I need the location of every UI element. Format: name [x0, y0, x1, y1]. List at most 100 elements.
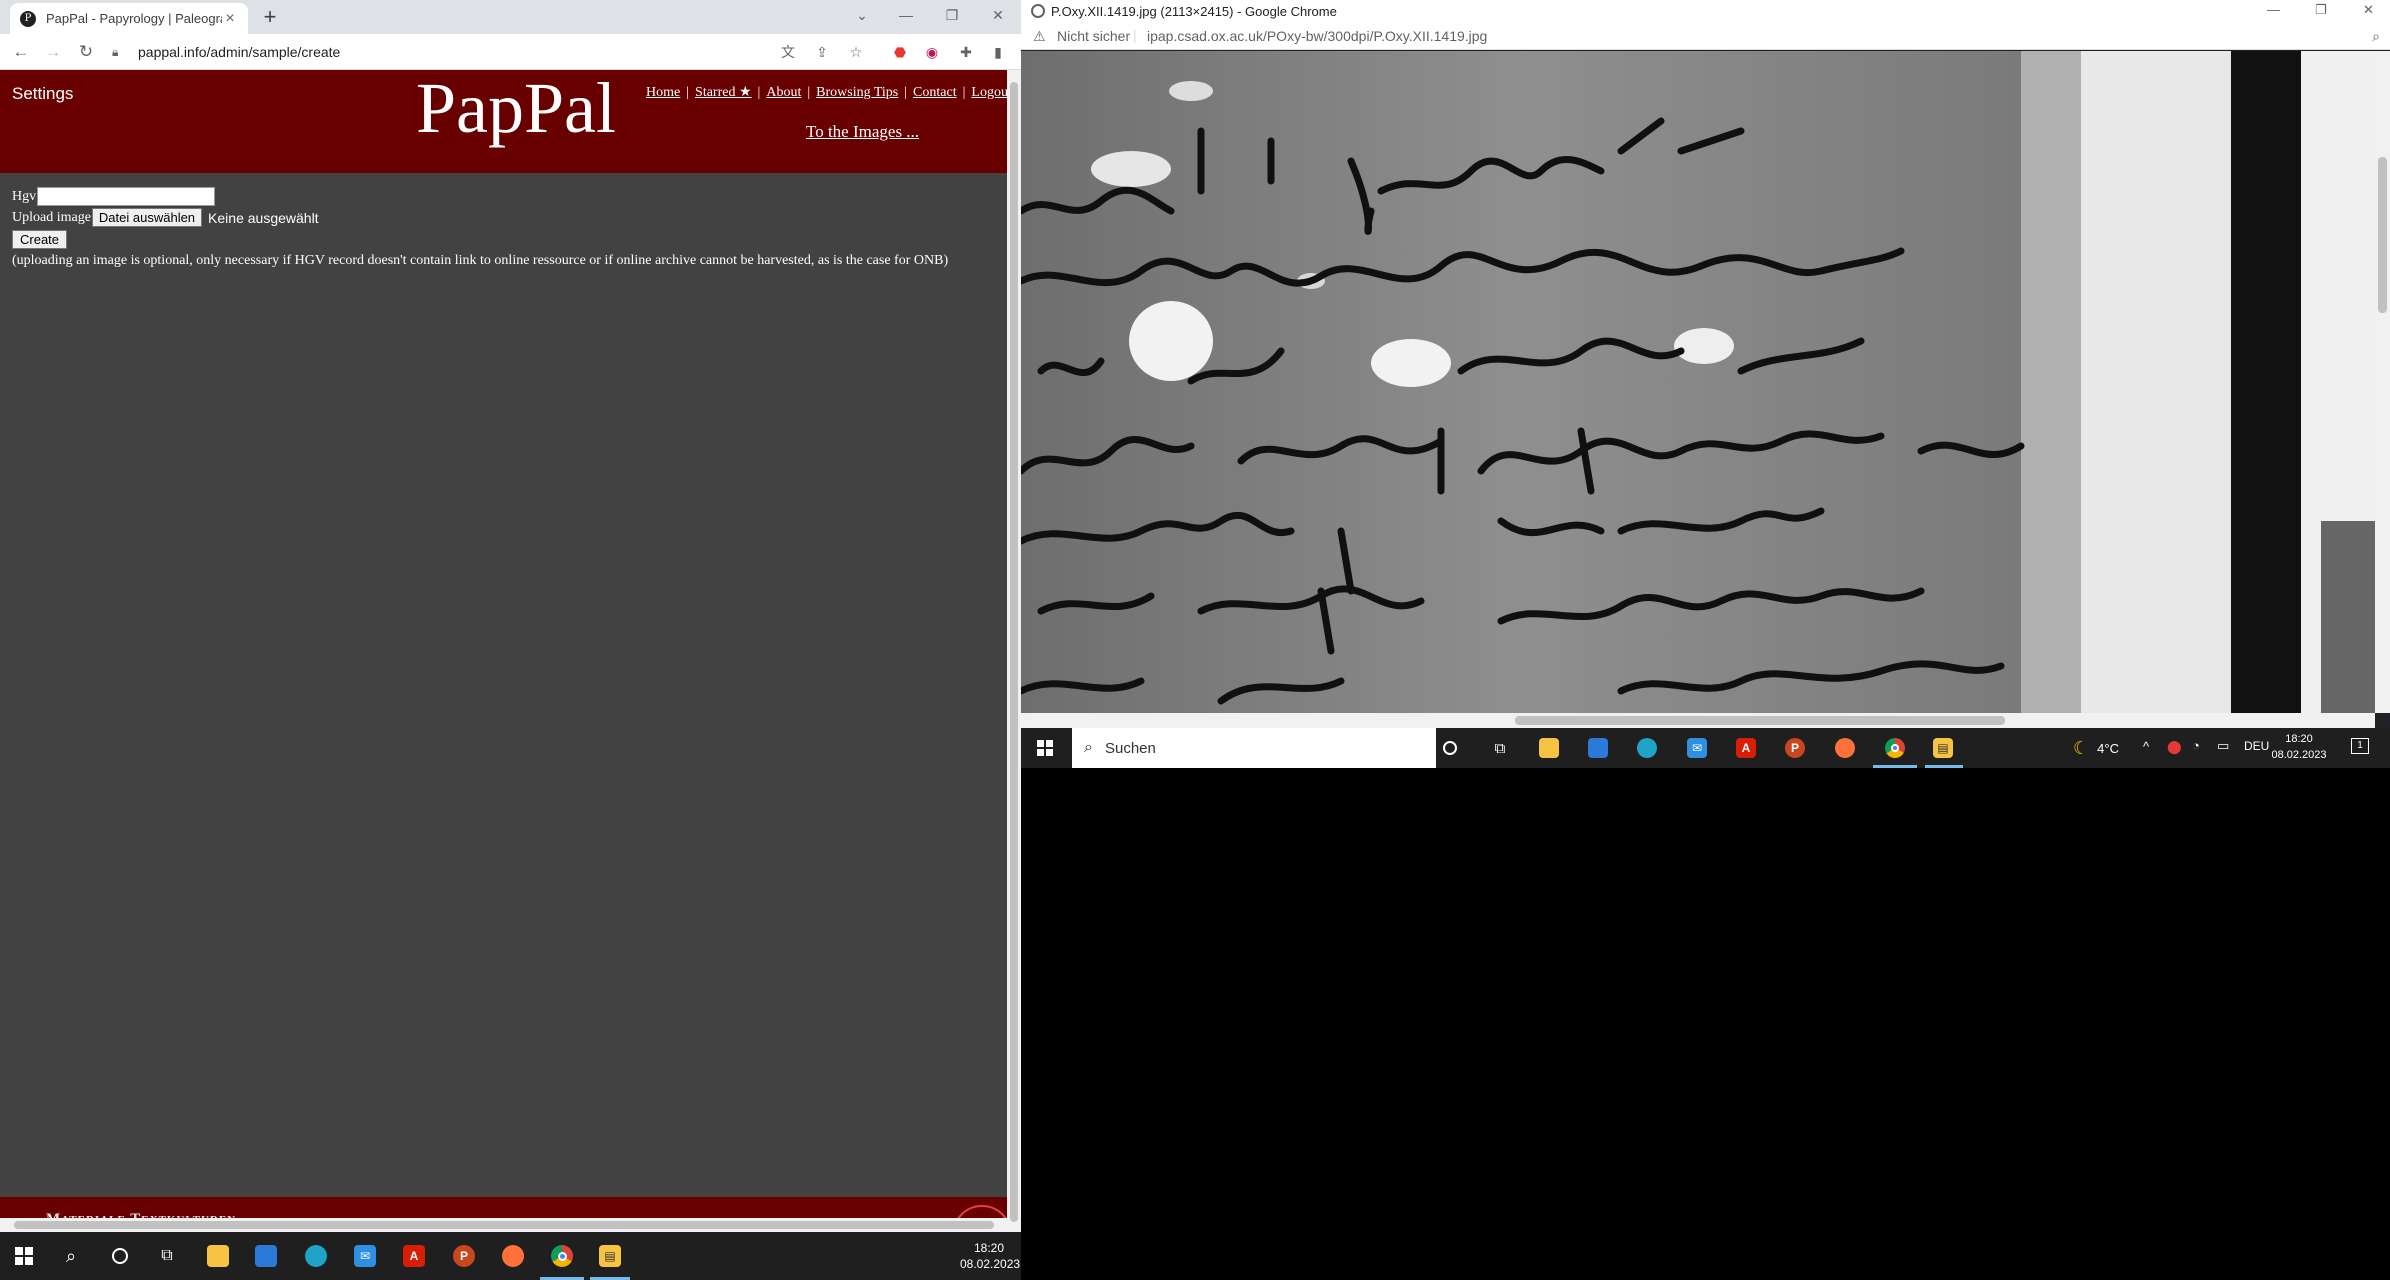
- hgv-label: Hgv: [12, 188, 37, 204]
- windows-start-icon[interactable]: [10, 1242, 38, 1270]
- file-explorer-icon[interactable]: [204, 1242, 232, 1270]
- right-restore-button[interactable]: ❐: [2315, 2, 2327, 18]
- moon-icon: ☾: [2073, 738, 2090, 758]
- lock-icon: 🔒︎: [112, 44, 119, 59]
- right-sticky-app-icon[interactable]: ▤: [1929, 734, 1957, 762]
- translate-icon[interactable]: 文: [778, 42, 798, 62]
- tab-close-icon[interactable]: ×: [222, 10, 238, 28]
- extensions-puzzle-icon[interactable]: ✚: [956, 42, 976, 62]
- chrome-icon[interactable]: [548, 1242, 576, 1270]
- right-store-icon[interactable]: [1584, 734, 1612, 762]
- warning-icon: ⚠: [1033, 28, 1046, 44]
- acrobat-icon[interactable]: A: [400, 1242, 428, 1270]
- site-header: Settings PapPal Home | Starred ★ | About | Bro…: [0, 70, 1008, 173]
- to-images-link[interactable]: To the Images ...: [806, 122, 919, 142]
- network-icon[interactable]: ◔: [2192, 738, 2200, 753]
- zoom-icon[interactable]: ⌕: [2372, 28, 2380, 45]
- create-sample-form: Hgv Upload image Datei auswählen Keine a…: [12, 186, 948, 269]
- powerpoint-icon[interactable]: P: [450, 1242, 478, 1270]
- extension-red-icon[interactable]: ⬣: [890, 42, 910, 62]
- browser-toolbar: ← → ↻ 🔒︎ pappal.info/admin/sample/create…: [0, 34, 1021, 70]
- settings-link[interactable]: Settings: [12, 84, 73, 104]
- mail-icon[interactable]: ✉: [351, 1242, 379, 1270]
- extension-pink-icon[interactable]: ◉: [922, 42, 942, 62]
- right-chrome-icon[interactable]: [1881, 734, 1909, 762]
- search-icon[interactable]: ⌕: [57, 1242, 85, 1270]
- nav-starred[interactable]: Starred ★: [695, 85, 751, 100]
- cortana-icon[interactable]: [106, 1242, 134, 1270]
- right-window-titlebar: P.Oxy.XII.1419.jpg (2113×2415) - Google …: [1021, 0, 2390, 24]
- forward-arrow-icon[interactable]: →: [42, 41, 64, 63]
- taskbar-search-box[interactable]: ⌕ Suchen: [1072, 728, 1436, 768]
- right-mail-icon[interactable]: ✉: [1683, 734, 1711, 762]
- left-browser-window: P PapPal - Papyrology | Paleograph × + ⌄…: [0, 0, 1021, 1232]
- right-horizontal-scrollbar[interactable]: [1021, 713, 2375, 728]
- right-close-button[interactable]: ✕: [2363, 2, 2374, 18]
- language-indicator[interactable]: DEU: [2244, 739, 2269, 753]
- bookmark-star-icon[interactable]: ☆: [846, 42, 866, 62]
- horizontal-scrollbar[interactable]: [0, 1218, 1007, 1232]
- right-windows-start-icon[interactable]: [1031, 734, 1059, 762]
- site-logo[interactable]: PapPal: [416, 72, 616, 144]
- back-arrow-icon[interactable]: ←: [10, 41, 32, 63]
- nav-about[interactable]: About: [766, 85, 801, 100]
- tray-security-icon[interactable]: ⬤: [2167, 739, 2182, 755]
- tab-title: PapPal - Papyrology | Paleograph: [46, 11, 222, 26]
- side-panel-icon[interactable]: ▮: [988, 42, 1008, 62]
- create-button[interactable]: Create: [12, 230, 68, 249]
- nav-logout[interactable]: Logou: [971, 85, 1008, 100]
- right-window-title: P.Oxy.XII.1419.jpg (2113×2415) - Google …: [1051, 4, 1337, 19]
- address-text: pappal.info/admin/sample/create: [138, 44, 341, 60]
- taskbar-right: ⌕ Suchen ⧉ ✉ A P ▤ ☾ 4°C ^ ⬤ ◔ ▭ DEU 18:…: [1021, 728, 2390, 768]
- weather-temperature: 4°C: [2097, 741, 2119, 756]
- notification-center-icon[interactable]: 1: [2351, 738, 2369, 754]
- reload-icon[interactable]: ↻: [75, 41, 97, 63]
- taskbar-right-clock[interactable]: 18:20 08.02.2023: [2269, 731, 2329, 763]
- pappal-favicon-icon: P: [20, 10, 36, 27]
- upload-note: (uploading an image is optional, only ne…: [12, 253, 949, 268]
- taskbar-search-icon: ⌕: [1084, 739, 1093, 756]
- nav-browsing-tips[interactable]: Browsing Tips: [816, 85, 898, 100]
- right-address-text: ipap.csad.ox.ac.uk/POxy-bw/300dpi/P.Oxy.…: [1147, 28, 1488, 44]
- close-window-button[interactable]: ✕: [976, 0, 1020, 30]
- vertical-scrollbar[interactable]: [1007, 70, 1021, 1232]
- right-address-bar[interactable]: ⚠ Nicht sicher | ipap.csad.ox.ac.uk/POxy…: [1021, 24, 2390, 50]
- right-minimize-button[interactable]: —: [2267, 2, 2280, 17]
- right-edge-icon[interactable]: [1633, 734, 1661, 762]
- choose-file-button[interactable]: Datei auswählen: [91, 208, 203, 227]
- restore-button[interactable]: ❐: [930, 0, 974, 30]
- new-tab-button[interactable]: +: [258, 6, 282, 30]
- chrome-window-icon: [1031, 4, 1045, 18]
- task-view-icon[interactable]: ⧉: [153, 1242, 181, 1270]
- main-navigation: Home | Starred ★ | About | Browsing Tips | Conta…: [646, 85, 1008, 100]
- upload-image-label: Upload image: [12, 209, 91, 225]
- right-firefox-icon[interactable]: [1831, 734, 1859, 762]
- weather-widget[interactable]: ☾ 4°C: [2073, 738, 2119, 759]
- right-cortana-icon[interactable]: [1436, 734, 1464, 762]
- taskbar-search-placeholder: Suchen: [1104, 739, 1156, 757]
- sticky-app-icon[interactable]: ▤: [596, 1242, 624, 1270]
- address-bar[interactable]: 🔒︎ pappal.info/admin/sample/create: [112, 39, 722, 65]
- hgv-input[interactable]: [37, 187, 216, 206]
- nav-contact[interactable]: Contact: [913, 85, 957, 100]
- right-file-explorer-icon[interactable]: [1535, 734, 1563, 762]
- store-icon[interactable]: [252, 1242, 280, 1270]
- battery-icon[interactable]: ▭: [2217, 738, 2229, 754]
- edge-icon[interactable]: [302, 1242, 330, 1270]
- right-acrobat-icon[interactable]: A: [1732, 734, 1760, 762]
- tray-chevron-icon[interactable]: ^: [2143, 739, 2149, 754]
- nav-home[interactable]: Home: [646, 85, 680, 100]
- right-task-view-icon[interactable]: ⧉: [1486, 734, 1514, 762]
- tab-pappal[interactable]: P PapPal - Papyrology | Paleograph ×: [10, 3, 248, 34]
- minimize-button[interactable]: —: [884, 0, 928, 30]
- file-status-text: Keine ausgewählt: [208, 209, 319, 226]
- tab-search-chevron-icon[interactable]: ⌄: [840, 0, 884, 30]
- right-powerpoint-icon[interactable]: P: [1781, 734, 1809, 762]
- firefox-icon[interactable]: [499, 1242, 527, 1270]
- taskbar-left-clock[interactable]: 18:20 08.02.2023: [960, 1240, 1020, 1272]
- right-vertical-scrollbar[interactable]: [2375, 51, 2390, 713]
- right-browser-window: P.Oxy.XII.1419.jpg (2113×2415) - Google …: [1021, 0, 2390, 728]
- share-icon[interactable]: ⇪: [812, 42, 832, 62]
- not-secure-label: Nicht sicher: [1057, 28, 1131, 44]
- papyrus-image[interactable]: [1021, 51, 2375, 713]
